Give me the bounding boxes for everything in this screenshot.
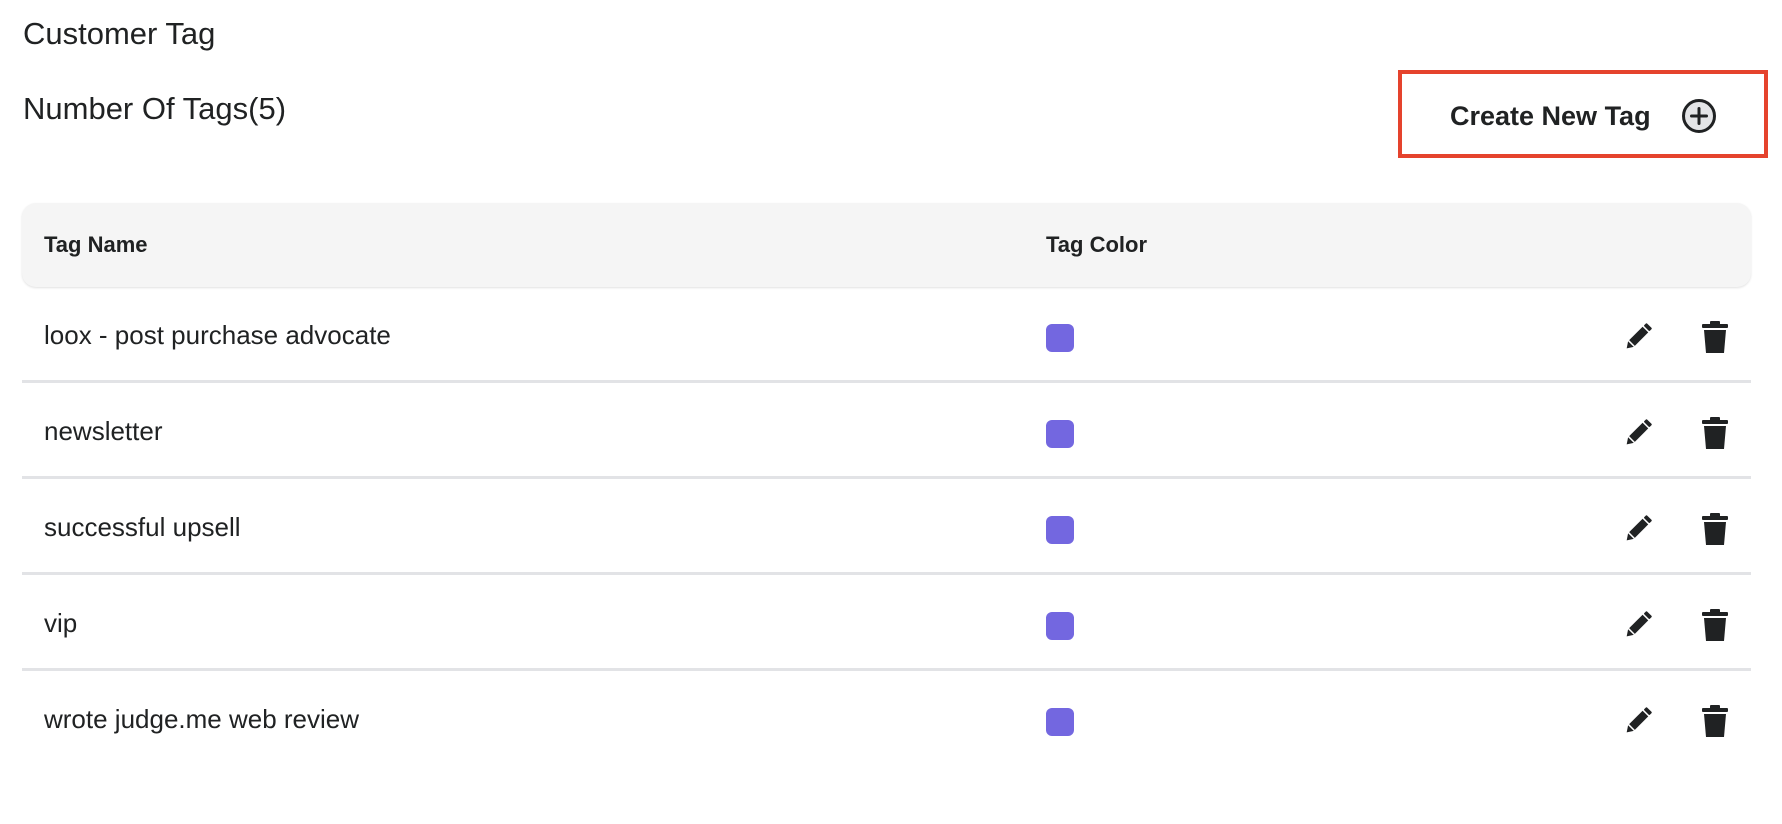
tag-color-swatch <box>1046 708 1074 736</box>
table-body: loox - post purchase advocate newsletter <box>22 287 1751 767</box>
pencil-icon <box>1626 611 1652 637</box>
table-row: loox - post purchase advocate <box>22 287 1751 383</box>
tags-table: Tag Name Tag Color loox - post purchase … <box>22 203 1751 767</box>
table-row: vip <box>22 575 1751 671</box>
edit-tag-button[interactable] <box>1620 319 1656 355</box>
trash-icon <box>1702 609 1728 641</box>
tag-color-swatch <box>1046 420 1074 448</box>
pencil-icon <box>1626 419 1652 445</box>
tag-count-label: Number Of Tags(5) <box>23 91 287 126</box>
tag-name-cell: wrote judge.me web review <box>44 703 360 734</box>
trash-icon <box>1702 513 1728 545</box>
delete-tag-button[interactable] <box>1697 511 1733 547</box>
trash-icon <box>1702 321 1728 353</box>
delete-tag-button[interactable] <box>1697 703 1733 739</box>
edit-tag-button[interactable] <box>1620 607 1656 643</box>
create-new-tag-label: Create New Tag <box>1450 100 1651 131</box>
edit-tag-button[interactable] <box>1620 511 1656 547</box>
delete-tag-button[interactable] <box>1697 607 1733 643</box>
tag-name-cell: loox - post purchase advocate <box>44 319 391 350</box>
tag-name-cell: newsletter <box>44 415 163 446</box>
tag-color-swatch <box>1046 516 1074 544</box>
delete-tag-button[interactable] <box>1697 319 1733 355</box>
page-title: Customer Tag <box>23 16 216 51</box>
trash-icon <box>1702 705 1728 737</box>
table-header: Tag Name Tag Color <box>22 203 1751 287</box>
tag-name-cell: vip <box>44 607 78 638</box>
tag-name-cell: successful upsell <box>44 511 241 542</box>
header-tag-name: Tag Name <box>44 232 148 257</box>
tag-color-swatch <box>1046 612 1074 640</box>
delete-tag-button[interactable] <box>1697 415 1733 451</box>
customer-tag-page: Customer Tag Number Of Tags(5) Create Ne… <box>0 0 1782 824</box>
pencil-icon <box>1626 707 1652 733</box>
table-row: successful upsell <box>22 479 1751 575</box>
pencil-icon <box>1626 515 1652 541</box>
edit-tag-button[interactable] <box>1620 415 1656 451</box>
tag-color-swatch <box>1046 324 1074 352</box>
plus-circle-icon <box>1681 99 1716 133</box>
table-row: wrote judge.me web review <box>22 671 1751 767</box>
edit-tag-button[interactable] <box>1620 703 1656 739</box>
pencil-icon <box>1626 323 1652 349</box>
table-row: newsletter <box>22 383 1751 479</box>
header-tag-color: Tag Color <box>1046 232 1148 257</box>
trash-icon <box>1702 417 1728 449</box>
create-new-tag-button[interactable]: Create New Tag <box>1450 92 1717 140</box>
